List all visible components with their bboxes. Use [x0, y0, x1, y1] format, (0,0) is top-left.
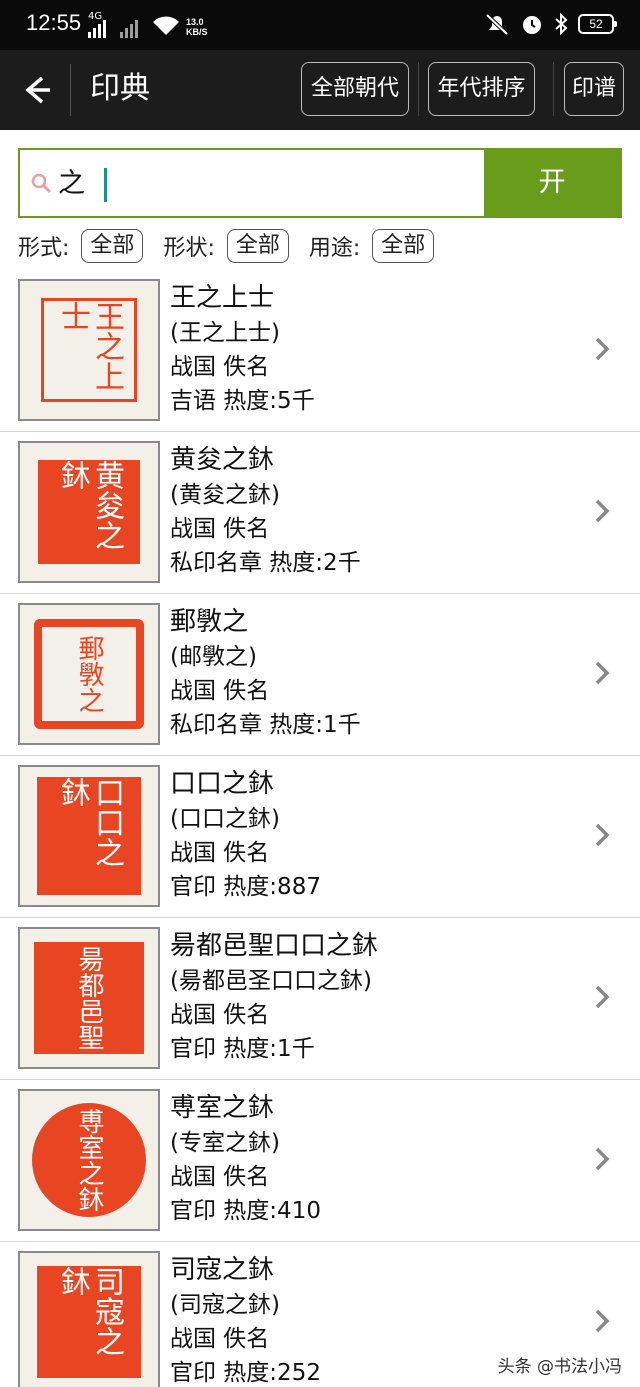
search-bar: 之 开 始	[18, 148, 622, 264]
watermark: 头条 @书法小冯	[493, 1350, 626, 1379]
seal-name: 郵斆之	[170, 607, 249, 637]
seal-era: 战国 佚名	[170, 1326, 270, 1352]
seal-image: 尃室之鈢	[32, 1103, 146, 1217]
seal-meta: 官印 热度:252	[170, 1360, 321, 1386]
list-item[interactable]: 口口之鈢 口口之鈢 (口口之鈢) 战国 佚名 官印 热度:887	[0, 756, 640, 918]
filter-row: 形式: 全部 形状: 全部 用途: 全部	[18, 228, 454, 264]
back-arrow-icon[interactable]	[14, 68, 58, 112]
mute-icon	[485, 13, 509, 36]
seal-thumbnail: 司寇之鈢	[18, 1251, 160, 1387]
seal-image: 王之上士	[41, 298, 137, 402]
seal-name: 口口之鈢	[170, 769, 275, 799]
seal-thumbnail: 口口之鈢	[18, 765, 160, 907]
list-item[interactable]: 黄夋之鈢 黄夋之鈢 (黄夋之鈢) 战国 佚名 私印名章 热度:2千	[0, 432, 640, 594]
chevron-right-icon	[595, 337, 610, 361]
list-item[interactable]: 王之上士 王之上士 (王之上士) 战国 佚名 吉语 热度:5千	[0, 270, 640, 432]
seal-name: 尃室之鈢	[170, 1093, 275, 1123]
search-value: 之	[58, 168, 85, 199]
text-cursor	[104, 168, 107, 202]
seal-image: 郵斆之	[34, 619, 144, 729]
seal-alt-name: (王之上士)	[170, 320, 280, 346]
battery-icon: 52	[578, 14, 617, 34]
chevron-right-icon	[595, 499, 610, 523]
seal-alt-name: (昜都邑圣口口之鈢)	[170, 968, 372, 994]
start-search-button[interactable]: 开 始	[484, 150, 620, 264]
catalog-button[interactable]: 印谱	[564, 62, 624, 116]
appbar-separator	[553, 62, 554, 116]
appbar-divider	[70, 64, 71, 116]
signal-icon	[88, 20, 106, 38]
appbar-separator	[418, 62, 419, 116]
seal-alt-name: (邮斆之)	[170, 644, 257, 670]
status-bar: 12:55 4G 13.0 KB/S 52	[0, 0, 640, 50]
results-list: 王之上士 王之上士 (王之上士) 战国 佚名 吉语 热度:5千 黄夋之鈢 黄夋之…	[0, 270, 640, 1387]
seal-alt-name: (专室之鈢)	[170, 1130, 280, 1156]
seal-meta: 官印 热度:1千	[170, 1036, 315, 1062]
filter-shape-label: 形状:	[163, 236, 215, 261]
chevron-right-icon	[595, 1309, 610, 1333]
list-item[interactable]: 昜都邑聖 昜都邑聖口口之鈢 (昜都邑圣口口之鈢) 战国 佚名 官印 热度:1千	[0, 918, 640, 1080]
seal-alt-name: (黄夋之鈢)	[170, 482, 280, 508]
chevron-right-icon	[595, 1147, 610, 1171]
seal-era: 战国 佚名	[170, 516, 270, 542]
seal-meta: 官印 热度:887	[170, 874, 321, 900]
seal-alt-name: (司寇之鈢)	[170, 1292, 280, 1318]
app-bar: 印典 全部朝代 年代排序 印谱	[0, 50, 640, 130]
filter-form-label: 形式:	[18, 236, 70, 261]
search-input[interactable]: 之	[20, 150, 484, 216]
search-icon	[31, 173, 52, 194]
seal-thumbnail: 王之上士	[18, 279, 160, 421]
list-item[interactable]: 郵斆之 郵斆之 (邮斆之) 战国 佚名 私印名章 热度:1千	[0, 594, 640, 756]
chevron-right-icon	[595, 823, 610, 847]
seal-image: 昜都邑聖	[34, 942, 144, 1054]
seal-meta: 官印 热度:410	[170, 1198, 321, 1224]
seal-name: 王之上士	[170, 283, 275, 313]
wifi-icon	[153, 16, 179, 35]
chevron-right-icon	[595, 661, 610, 685]
seal-image: 黄夋之鈢	[38, 460, 140, 564]
status-time: 12:55	[26, 10, 82, 35]
seal-image: 口口之鈢	[37, 777, 141, 895]
seal-name: 司寇之鈢	[170, 1255, 275, 1285]
seal-era: 战国 佚名	[170, 678, 270, 704]
alarm-icon	[523, 16, 541, 34]
filter-shape-chip[interactable]: 全部	[226, 229, 289, 263]
chevron-right-icon	[595, 985, 610, 1009]
seal-thumbnail: 黄夋之鈢	[18, 441, 160, 583]
seal-era: 战国 佚名	[170, 1164, 270, 1190]
seal-thumbnail: 昜都邑聖	[18, 927, 160, 1069]
seal-name: 昜都邑聖口口之鈢	[170, 931, 379, 961]
seal-image: 司寇之鈢	[37, 1266, 141, 1378]
filter-usage-label: 用途:	[308, 236, 361, 261]
filter-usage-chip[interactable]: 全部	[372, 229, 435, 263]
bluetooth-icon	[555, 12, 568, 36]
seal-name: 黄夋之鈢	[170, 445, 275, 475]
list-item[interactable]: 尃室之鈢 尃室之鈢 (专室之鈢) 战国 佚名 官印 热度:410	[0, 1080, 640, 1242]
seal-meta: 私印名章 热度:1千	[170, 712, 361, 738]
seal-meta: 私印名章 热度:2千	[170, 550, 361, 576]
signal-icon-2	[120, 20, 138, 38]
dynasty-filter-button[interactable]: 全部朝代	[301, 62, 409, 116]
seal-meta: 吉语 热度:5千	[170, 388, 315, 414]
page-title: 印典	[90, 71, 150, 106]
seal-thumbnail: 郵斆之	[18, 603, 160, 745]
filter-form-chip[interactable]: 全部	[81, 229, 144, 263]
seal-alt-name: (口口之鈢)	[170, 806, 280, 832]
network-speed: 13.0 KB/S	[186, 17, 208, 37]
seal-era: 战国 佚名	[170, 1002, 270, 1028]
sort-button[interactable]: 年代排序	[428, 62, 535, 116]
seal-era: 战国 佚名	[170, 840, 270, 866]
seal-era: 战国 佚名	[170, 354, 270, 380]
seal-thumbnail: 尃室之鈢	[18, 1089, 160, 1231]
